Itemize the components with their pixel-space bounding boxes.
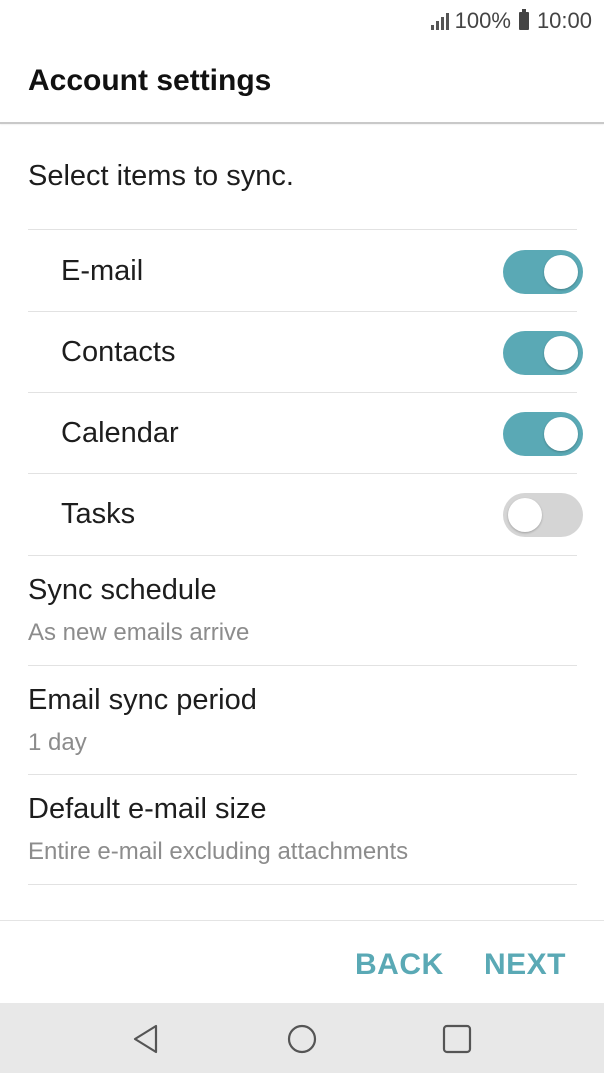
toggle-knob bbox=[544, 255, 578, 289]
sync-row-email[interactable]: E-mail bbox=[28, 231, 583, 311]
status-bar: 100% 10:00 bbox=[0, 0, 604, 42]
setting-value: 1 day bbox=[28, 729, 87, 756]
setting-title: Email sync period bbox=[28, 684, 257, 716]
setting-title: Default e-mail size bbox=[28, 793, 267, 825]
square-recent-icon[interactable] bbox=[439, 1021, 475, 1057]
divider bbox=[28, 229, 577, 230]
divider bbox=[28, 884, 577, 885]
setting-value: As new emails arrive bbox=[28, 619, 250, 646]
page-title: Account settings bbox=[28, 64, 272, 97]
toggle-knob bbox=[544, 336, 578, 370]
sync-item-label: Calendar bbox=[61, 417, 179, 449]
circle-home-icon[interactable] bbox=[284, 1021, 320, 1057]
setting-value: Entire e-mail excluding attachments bbox=[28, 838, 409, 865]
setting-title: Sync schedule bbox=[28, 574, 217, 606]
sync-row-contacts[interactable]: Contacts bbox=[28, 312, 583, 392]
toggle-knob bbox=[544, 417, 578, 451]
sync-instructions: Select items to sync. bbox=[28, 160, 294, 192]
clock: 10:00 bbox=[536, 8, 592, 33]
sync-item-label: Tasks bbox=[61, 498, 136, 530]
tasks-sync-toggle[interactable] bbox=[503, 493, 583, 537]
email-sync-period-setting[interactable]: Email sync period 1 day bbox=[28, 666, 577, 775]
sync-schedule-setting[interactable]: Sync schedule As new emails arrive bbox=[28, 556, 577, 665]
battery-icon bbox=[518, 9, 529, 30]
back-button[interactable]: BACK bbox=[355, 948, 444, 982]
wizard-footer: BACK NEXT bbox=[0, 920, 604, 1004]
sync-row-calendar[interactable]: Calendar bbox=[28, 393, 583, 473]
triangle-back-icon[interactable] bbox=[128, 1021, 164, 1057]
calendar-sync-toggle[interactable] bbox=[503, 412, 583, 456]
sync-row-tasks[interactable]: Tasks bbox=[28, 474, 583, 554]
status-indicators: 100% 10:00 bbox=[430, 8, 592, 34]
next-button[interactable]: NEXT bbox=[484, 948, 566, 982]
default-email-size-setting[interactable]: Default e-mail size Entire e-mail exclud… bbox=[28, 775, 577, 884]
battery-percent: 100% bbox=[454, 8, 511, 33]
app-bar: Account settings bbox=[0, 42, 604, 124]
signal-icon bbox=[430, 12, 449, 30]
toggle-knob bbox=[508, 498, 542, 532]
sync-item-label: Contacts bbox=[61, 336, 176, 368]
contacts-sync-toggle[interactable] bbox=[503, 331, 583, 375]
sync-item-label: E-mail bbox=[61, 255, 144, 287]
system-nav-bar bbox=[0, 1003, 604, 1073]
email-sync-toggle[interactable] bbox=[503, 250, 583, 294]
